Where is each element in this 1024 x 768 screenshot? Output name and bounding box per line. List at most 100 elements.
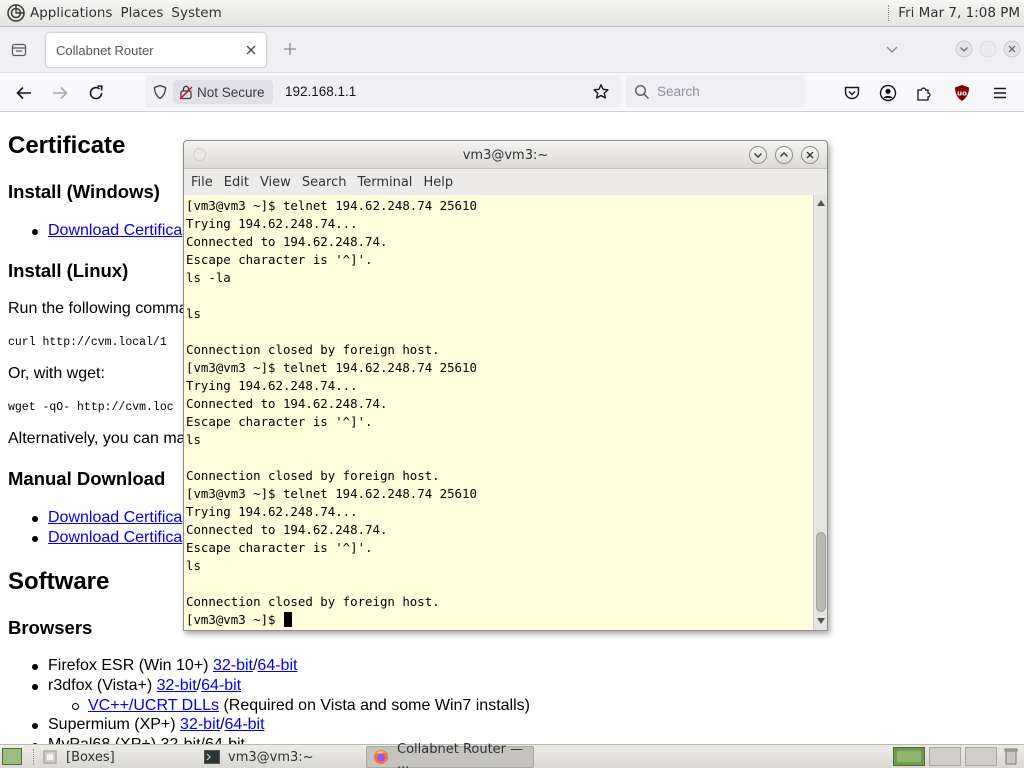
workspace-1[interactable] <box>893 747 925 766</box>
url-bar[interactable]: Not Secure 192.168.1.1 <box>145 76 621 108</box>
terminal-line: Trying 194.62.248.74... <box>186 504 358 519</box>
new-tab-plus-icon[interactable] <box>279 38 301 60</box>
firefox-esr-32bit-link[interactable]: 32-bit <box>213 657 253 674</box>
panel-separator <box>888 5 890 21</box>
terminal-menu-view[interactable]: View <box>256 175 295 190</box>
hamburger-menu-icon[interactable] <box>988 81 1012 105</box>
terminal-line: ls <box>186 558 201 573</box>
terminal-close-icon[interactable] <box>801 146 819 164</box>
terminal-prompt-line[interactable]: [vm3@vm3 ~]$ <box>186 611 813 629</box>
taskbar-separator <box>33 749 35 765</box>
firefox-esr-item: Firefox ESR (Win 10+) 32-bit/64-bit <box>48 657 297 675</box>
list-bullet <box>32 229 38 235</box>
list-bullet <box>32 684 38 690</box>
supermium-64bit-link[interactable]: 64-bit <box>225 716 265 733</box>
terminal-line: Trying 194.62.248.74... <box>186 216 358 231</box>
menu-system[interactable]: System <box>167 5 225 21</box>
browser-nav-bar: Not Secure 192.168.1.1 Search uo <box>0 73 1024 112</box>
list-bullet <box>32 664 38 670</box>
pocket-icon[interactable] <box>840 81 864 105</box>
taskbar-item-terminal[interactable]: vm3@vm3:~ <box>198 746 364 768</box>
forward-arrow-icon[interactable] <box>48 81 72 105</box>
terminal-scrollbar[interactable] <box>813 195 827 630</box>
tracking-protection-shield-icon[interactable] <box>151 83 169 101</box>
browsers-heading: Browsers <box>8 617 93 638</box>
r3dfox-32bit-link[interactable]: 32-bit <box>157 677 197 694</box>
not-secure-label: Not Secure <box>197 84 265 100</box>
firefox-esr-64bit-link[interactable]: 64-bit <box>257 657 297 674</box>
boxes-window-icon <box>42 749 58 765</box>
reload-icon[interactable] <box>84 81 108 105</box>
list-bullet <box>32 536 38 542</box>
terminal-line: Connection closed by foreign host. <box>186 342 440 357</box>
taskbar-item-firefox[interactable]: Collabnet Router — ... <box>366 742 534 768</box>
certificate-heading: Certificate <box>8 132 126 159</box>
bookmark-star-icon[interactable] <box>591 82 611 102</box>
vcpp-ucrt-dlls-link[interactable]: VC++/UCRT DLLs <box>88 697 219 714</box>
terminal-line: [vm3@vm3 ~]$ telnet 194.62.248.74 25610 <box>186 198 477 213</box>
terminal-menu-file[interactable]: File <box>187 175 217 190</box>
extensions-puzzle-icon[interactable] <box>912 81 936 105</box>
terminal-prompt: [vm3@vm3 ~]$ <box>186 612 283 627</box>
terminal-output[interactable]: [vm3@vm3 ~]$ telnet 194.62.248.74 25610 … <box>184 195 813 630</box>
manual-download-link-1[interactable]: Download Certifica <box>48 509 182 527</box>
firefox-esr-label: Firefox ESR (Win 10+) <box>48 657 213 674</box>
not-secure-indicator[interactable]: Not Secure <box>173 80 273 104</box>
menu-applications[interactable]: Applications <box>26 5 116 21</box>
terminal-line: [vm3@vm3 ~]$ telnet 194.62.248.74 25610 <box>186 486 477 501</box>
terminal-cursor <box>283 612 292 627</box>
terminal-line: Connected to 194.62.248.74. <box>186 522 388 537</box>
top-panel: Applications Places System Fri Mar 7, 1:… <box>0 0 1024 27</box>
workspace-1-window-preview <box>897 751 921 762</box>
list-all-tabs-chevron-icon[interactable] <box>882 39 902 59</box>
terminal-line: Escape character is '^]'. <box>186 540 373 555</box>
tab-collabnet-router[interactable]: Collabnet Router <box>46 33 266 67</box>
download-certificate-link[interactable]: Download Certifica <box>48 222 182 240</box>
taskbar-item-boxes[interactable]: [Boxes] <box>36 746 196 768</box>
trash-icon[interactable] <box>1004 747 1020 766</box>
scroll-up-arrow-icon[interactable] <box>816 198 826 208</box>
scrollbar-thumb[interactable] <box>816 532 826 612</box>
terminal-line: Trying 194.62.248.74... <box>186 378 358 393</box>
account-icon[interactable] <box>876 81 900 105</box>
run-commands-text: Run the following comma <box>8 300 188 317</box>
terminal-titlebar[interactable]: vm3@vm3:~ <box>184 141 827 169</box>
manual-download-heading: Manual Download <box>8 468 166 489</box>
terminal-minimize-icon[interactable] <box>749 146 767 164</box>
minimize-window-icon[interactable] <box>954 39 974 59</box>
firefox-app-icon <box>373 749 389 765</box>
r3dfox-label: r3dfox (Vista+) <box>48 677 157 694</box>
terminal-line: Connected to 194.62.248.74. <box>186 234 388 249</box>
supermium-32bit-link[interactable]: 32-bit <box>180 716 220 733</box>
workspace-3[interactable] <box>965 747 997 766</box>
maximize-window-icon[interactable] <box>978 39 998 59</box>
browser-tab-bar: Collabnet Router <box>0 27 1024 73</box>
terminal-maximize-icon[interactable] <box>775 146 793 164</box>
close-window-icon[interactable] <box>1002 39 1022 59</box>
menu-places[interactable]: Places <box>116 5 167 21</box>
terminal-menu-help[interactable]: Help <box>419 175 457 190</box>
distro-logo-icon[interactable] <box>6 3 26 23</box>
show-desktop-icon[interactable] <box>2 748 22 765</box>
terminal-menu-edit[interactable]: Edit <box>220 175 253 190</box>
vcpp-item: VC++/UCRT DLLs (Required on Vista and so… <box>88 697 530 715</box>
search-bar[interactable]: Search <box>626 76 805 108</box>
scroll-down-arrow-icon[interactable] <box>816 616 826 626</box>
terminal-line: Connection closed by foreign host. <box>186 468 440 483</box>
terminal-menu-search[interactable]: Search <box>298 175 351 190</box>
url-text[interactable]: 192.168.1.1 <box>285 84 356 99</box>
panel-clock[interactable]: Fri Mar 7, 1:08 PM <box>898 5 1020 21</box>
software-heading: Software <box>8 568 110 595</box>
firefox-view-icon[interactable] <box>8 39 30 61</box>
close-tab-icon[interactable] <box>242 41 260 59</box>
workspace-2[interactable] <box>929 747 961 766</box>
back-arrow-icon[interactable] <box>12 81 36 105</box>
terminal-window[interactable]: vm3@vm3:~ File Edit View Search Terminal… <box>183 140 828 631</box>
ublock-origin-icon[interactable]: uo <box>950 81 974 105</box>
terminal-menu-terminal[interactable]: Terminal <box>353 175 416 190</box>
manual-download-link-2[interactable]: Download Certifica <box>48 529 182 547</box>
r3dfox-64bit-link[interactable]: 64-bit <box>201 677 241 694</box>
